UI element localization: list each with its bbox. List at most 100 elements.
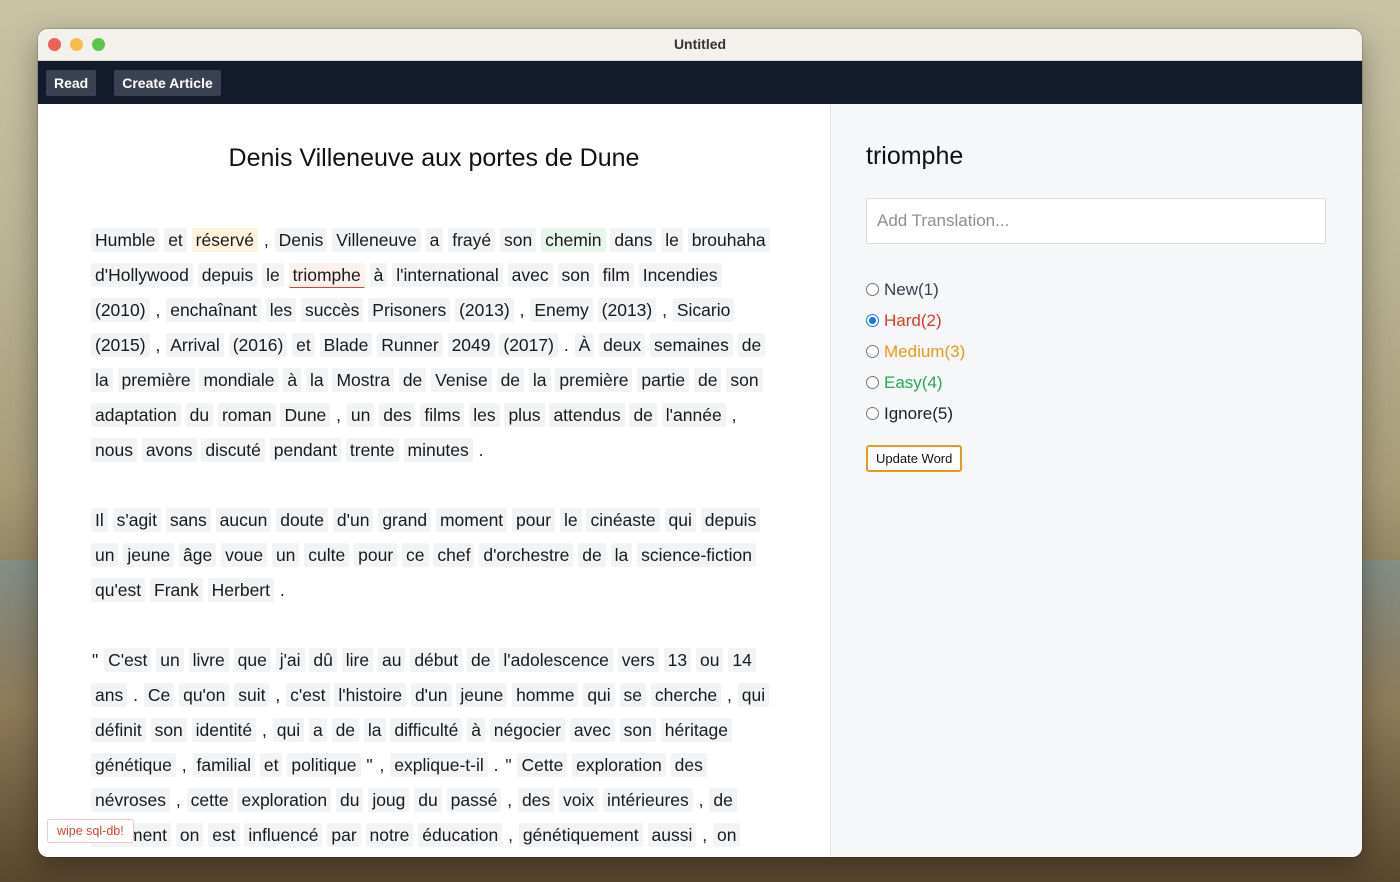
- word-token[interactable]: d'un: [410, 683, 452, 707]
- word-token[interactable]: vers: [617, 648, 659, 672]
- status-option-medium[interactable]: Medium(3): [866, 336, 1327, 367]
- word-token[interactable]: familial: [192, 753, 255, 777]
- word-token[interactable]: roman: [217, 403, 276, 427]
- word-token[interactable]: cinéaste: [586, 508, 660, 532]
- word-token[interactable]: à: [467, 718, 485, 742]
- word-token[interactable]: (2015): [91, 333, 150, 357]
- word-token[interactable]: identité: [191, 718, 257, 742]
- word-token[interactable]: 2049: [447, 333, 495, 357]
- word-token[interactable]: dû: [309, 648, 337, 672]
- word-token[interactable]: triomphe: [288, 263, 365, 288]
- word-token[interactable]: pendant: [269, 438, 341, 462]
- word-token[interactable]: son: [619, 718, 656, 742]
- word-token[interactable]: 14: [728, 648, 756, 672]
- word-token[interactable]: C'est: [104, 648, 152, 672]
- word-token[interactable]: et: [164, 228, 187, 252]
- word-token[interactable]: de: [694, 368, 722, 392]
- word-token[interactable]: par: [327, 823, 361, 847]
- word-token[interactable]: génétique: [91, 753, 176, 777]
- create-article-nav-button[interactable]: Create Article: [114, 69, 221, 96]
- word-token[interactable]: réservé: [191, 228, 259, 252]
- word-token[interactable]: d'Hollywood: [91, 263, 193, 287]
- word-token[interactable]: dans: [610, 228, 657, 252]
- word-token[interactable]: grand: [378, 508, 432, 532]
- word-token[interactable]: de: [578, 543, 606, 567]
- word-token[interactable]: chemin: [541, 228, 606, 252]
- word-token[interactable]: qui: [737, 683, 770, 707]
- word-token[interactable]: la: [610, 543, 633, 567]
- word-token[interactable]: jeune: [456, 683, 508, 707]
- word-token[interactable]: Mostra: [332, 368, 394, 392]
- word-token[interactable]: son: [726, 368, 763, 392]
- radio-easy[interactable]: [866, 376, 879, 389]
- word-token[interactable]: du: [414, 788, 442, 812]
- word-token[interactable]: que: [233, 648, 271, 672]
- word-token[interactable]: minutes: [403, 438, 473, 462]
- word-token[interactable]: du: [335, 788, 364, 812]
- word-token[interactable]: avec: [507, 263, 553, 287]
- word-token[interactable]: culte: [304, 543, 350, 567]
- word-token[interactable]: âge: [179, 543, 217, 567]
- word-token[interactable]: qui: [583, 683, 615, 707]
- word-token[interactable]: a: [308, 718, 327, 742]
- word-token[interactable]: d'orchestre: [479, 543, 574, 567]
- word-token[interactable]: explique-t-il: [390, 753, 488, 777]
- word-token[interactable]: depuis: [197, 263, 258, 287]
- word-token[interactable]: aucun: [215, 508, 272, 532]
- radio-medium[interactable]: [866, 345, 879, 358]
- status-option-new[interactable]: New(1): [866, 274, 1327, 305]
- word-token[interactable]: voix: [559, 788, 599, 812]
- word-token[interactable]: qu'on: [179, 683, 230, 707]
- wipe-db-button[interactable]: wipe sql-db!: [47, 819, 134, 843]
- word-token[interactable]: la: [363, 718, 386, 742]
- word-token[interactable]: moment: [435, 508, 508, 532]
- word-token[interactable]: son: [557, 263, 594, 287]
- word-token[interactable]: (2016): [228, 333, 288, 357]
- word-token[interactable]: de: [709, 788, 737, 812]
- word-token[interactable]: (2010): [91, 298, 150, 322]
- word-token[interactable]: de: [496, 368, 525, 392]
- word-token[interactable]: enchaînant: [166, 298, 261, 322]
- word-token[interactable]: Enemy: [530, 298, 593, 322]
- word-token[interactable]: un: [91, 543, 119, 567]
- word-token[interactable]: À: [574, 333, 595, 357]
- word-token[interactable]: lire: [341, 648, 374, 672]
- word-token[interactable]: ce: [402, 543, 429, 567]
- word-token[interactable]: brouhaha: [687, 228, 770, 252]
- word-token[interactable]: Prisoners: [368, 298, 451, 322]
- word-token[interactable]: les: [469, 403, 500, 427]
- word-token[interactable]: semaines: [649, 333, 733, 357]
- word-token[interactable]: Incendies: [638, 263, 722, 287]
- word-token[interactable]: névroses: [91, 788, 171, 812]
- word-token[interactable]: intérieures: [603, 788, 693, 812]
- word-token[interactable]: c'est: [286, 683, 330, 707]
- word-token[interactable]: négocier: [489, 718, 565, 742]
- word-token[interactable]: partie: [637, 368, 690, 392]
- word-token[interactable]: on: [712, 823, 741, 847]
- word-token[interactable]: succès: [300, 298, 364, 322]
- word-token[interactable]: 13: [663, 648, 692, 672]
- word-token[interactable]: ans: [91, 683, 128, 707]
- word-token[interactable]: discuté: [201, 438, 265, 462]
- word-token[interactable]: et: [292, 333, 315, 357]
- word-token[interactable]: films: [420, 403, 465, 427]
- word-token[interactable]: Herbert: [207, 578, 274, 602]
- word-token[interactable]: se: [619, 683, 647, 707]
- word-token[interactable]: mondiale: [199, 368, 279, 392]
- word-token[interactable]: Dune: [280, 403, 331, 427]
- word-token[interactable]: cette: [186, 788, 233, 812]
- word-token[interactable]: plus: [504, 403, 545, 427]
- word-token[interactable]: définit: [91, 718, 146, 742]
- word-token[interactable]: Frank: [150, 578, 203, 602]
- word-token[interactable]: (2013): [597, 298, 657, 322]
- word-token[interactable]: doute: [276, 508, 329, 532]
- word-token[interactable]: un: [271, 543, 300, 567]
- word-token[interactable]: à: [369, 263, 388, 287]
- word-token[interactable]: sans: [165, 508, 211, 532]
- word-token[interactable]: est: [208, 823, 240, 847]
- status-option-easy[interactable]: Easy(4): [866, 367, 1327, 398]
- status-option-ignore[interactable]: Ignore(5): [866, 398, 1327, 429]
- word-token[interactable]: j'ai: [275, 648, 305, 672]
- word-token[interactable]: à: [283, 368, 302, 392]
- word-token[interactable]: le: [559, 508, 582, 532]
